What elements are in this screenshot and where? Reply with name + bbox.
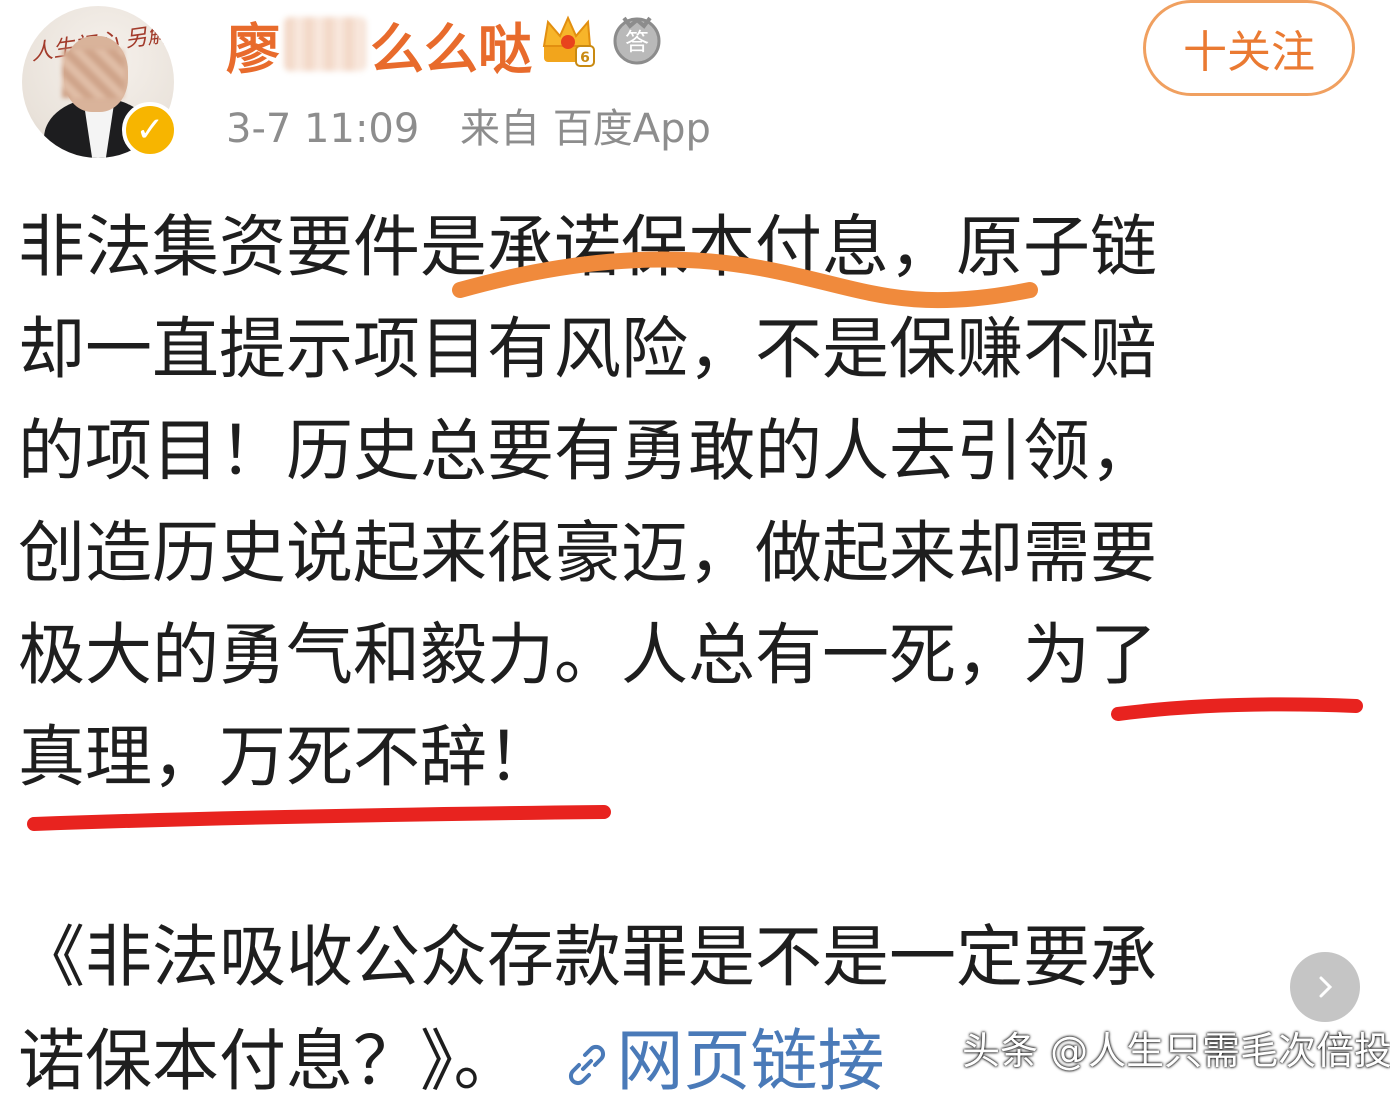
post-line: 的项目！历史总要有勇敢的人去引领， (18, 412, 1157, 490)
red-underline-bottom (27, 805, 611, 831)
article-title-line: 《非法吸收公众存款罪是不是一定要承 (18, 918, 1157, 996)
webpage-link[interactable]: 网页链接 (617, 1022, 885, 1100)
post-meta: 3-7 11:09 来自 百度App (226, 96, 739, 154)
medal-label: 答 (625, 28, 649, 56)
username[interactable]: 廖 么么哒 (226, 8, 532, 81)
username-prefix: 廖 (226, 17, 280, 81)
post-text: 非法集资要件是承诺保本付息，原子链 却一直提示项目有风险，不是保赚不赔 的项目！… (18, 196, 1348, 808)
article-title-end: 诺保本付息？》。 (18, 1022, 521, 1100)
crown-icon[interactable]: 6 (538, 12, 598, 68)
post-line: 非法集资要件是承诺保本付息，原子链 (18, 208, 1157, 286)
post-line: 极大的勇气和毅力。人总有一死，为了 (18, 616, 1157, 694)
follow-button[interactable]: 十关注 (1143, 0, 1355, 96)
post-line: 创造历史说起来很豪迈，做起来却需要 (18, 514, 1157, 592)
post-line: 却一直提示项目有风险，不是保赚不赔 (18, 310, 1157, 388)
post-source[interactable]: 来自 百度App (460, 106, 711, 152)
watermark: 头条 @人生只需毛次倍投 (962, 1029, 1390, 1073)
username-suffix: 么么哒 (370, 17, 532, 81)
chevron-right-icon (1319, 976, 1333, 998)
post-line: 真理，万死不辞！ (18, 718, 554, 796)
username-blur (284, 17, 366, 71)
timestamp: 3-7 11:09 (226, 106, 420, 152)
crown-level: 6 (580, 50, 590, 66)
verified-v-icon: ✓ (122, 102, 178, 158)
answer-medal-icon[interactable]: 答 (610, 12, 664, 66)
avatar-blurred-face (62, 50, 124, 98)
shared-article: 《非法吸收公众存款罪是不是一定要承 诺保本付息？》。 网页链接 (18, 905, 1348, 1113)
link-icon (568, 1045, 605, 1086)
next-page-button[interactable] (1290, 952, 1360, 1022)
